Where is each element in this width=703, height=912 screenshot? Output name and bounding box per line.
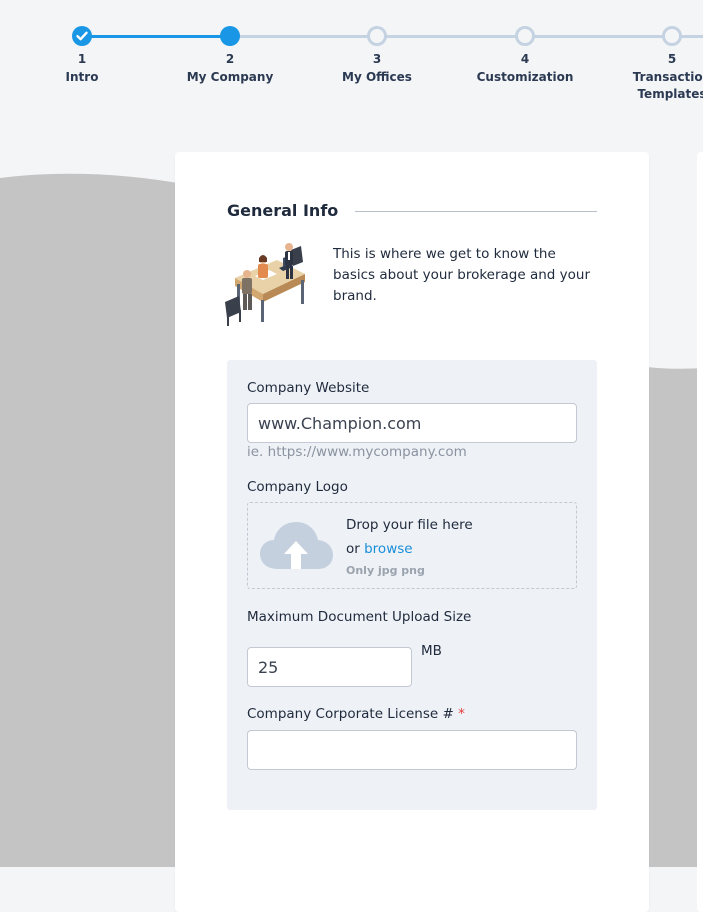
step-number: 5 (667, 52, 677, 66)
allowed-file-types: Only jpg png (346, 564, 425, 577)
corporate-license-input[interactable] (247, 730, 577, 770)
checkmark-icon (76, 31, 88, 41)
step-number: 1 (77, 52, 87, 66)
max-upload-size-input[interactable] (247, 647, 412, 687)
step-transaction-templates[interactable]: 5 Transaction Templates (612, 26, 703, 103)
step-my-company[interactable]: 2 My Company (170, 26, 290, 86)
step-label: My Company (186, 70, 274, 84)
step-complete-indicator (72, 26, 92, 46)
step-label: Customization (476, 70, 574, 84)
company-logo-label: Company Logo (247, 479, 348, 495)
step-customization[interactable]: 4 Customization (465, 26, 585, 86)
section-divider (355, 211, 597, 212)
browse-link[interactable]: browse (364, 541, 412, 557)
company-website-hint: ie. https://www.mycompany.com (247, 444, 467, 460)
step-pending-indicator (662, 26, 682, 46)
step-label: Intro (65, 70, 99, 84)
step-label-line2: Templates (637, 87, 703, 101)
company-form-panel: Company Website ie. https://www.mycompan… (227, 360, 597, 810)
dropzone-or-text: or (346, 541, 360, 557)
company-website-input[interactable] (247, 403, 577, 443)
step-label-line1: Transaction (632, 70, 703, 84)
next-section-card (697, 152, 703, 912)
step-label: My Offices (342, 70, 412, 84)
step-label: Transaction Templates (612, 69, 703, 103)
step-intro[interactable]: 1 Intro (22, 26, 142, 86)
company-website-label: Company Website (247, 380, 370, 396)
progress-stepper: 1 Intro 2 My Company 3 My Offices 4 Cust… (0, 0, 703, 120)
step-pending-indicator (367, 26, 387, 46)
dropzone-text: Drop your file here (346, 517, 473, 533)
office-meeting-illustration (225, 243, 305, 326)
section-intro-text: This is where we get to know the basics … (333, 246, 591, 304)
step-number: 2 (225, 52, 235, 66)
dropzone-or-line: or browse (346, 541, 413, 557)
required-indicator: * (458, 706, 465, 722)
corporate-license-label-text: Company Corporate License # (247, 706, 454, 722)
corporate-license-label: Company Corporate License # * (247, 706, 465, 722)
cloud-upload-icon (260, 522, 333, 569)
upload-size-unit: MB (421, 643, 442, 659)
max-upload-size-label: Maximum Document Upload Size (247, 609, 472, 625)
section-header: General Info (227, 201, 597, 223)
step-number: 4 (520, 52, 530, 66)
section-title: General Info (227, 201, 339, 220)
logo-dropzone[interactable]: Drop your file here or browse Only jpg p… (247, 502, 577, 589)
step-my-offices[interactable]: 3 My Offices (317, 26, 437, 86)
general-info-card: General Info This is where we get to kno… (175, 152, 649, 912)
step-number: 3 (372, 52, 382, 66)
step-pending-indicator (515, 26, 535, 46)
step-active-indicator (220, 26, 240, 46)
